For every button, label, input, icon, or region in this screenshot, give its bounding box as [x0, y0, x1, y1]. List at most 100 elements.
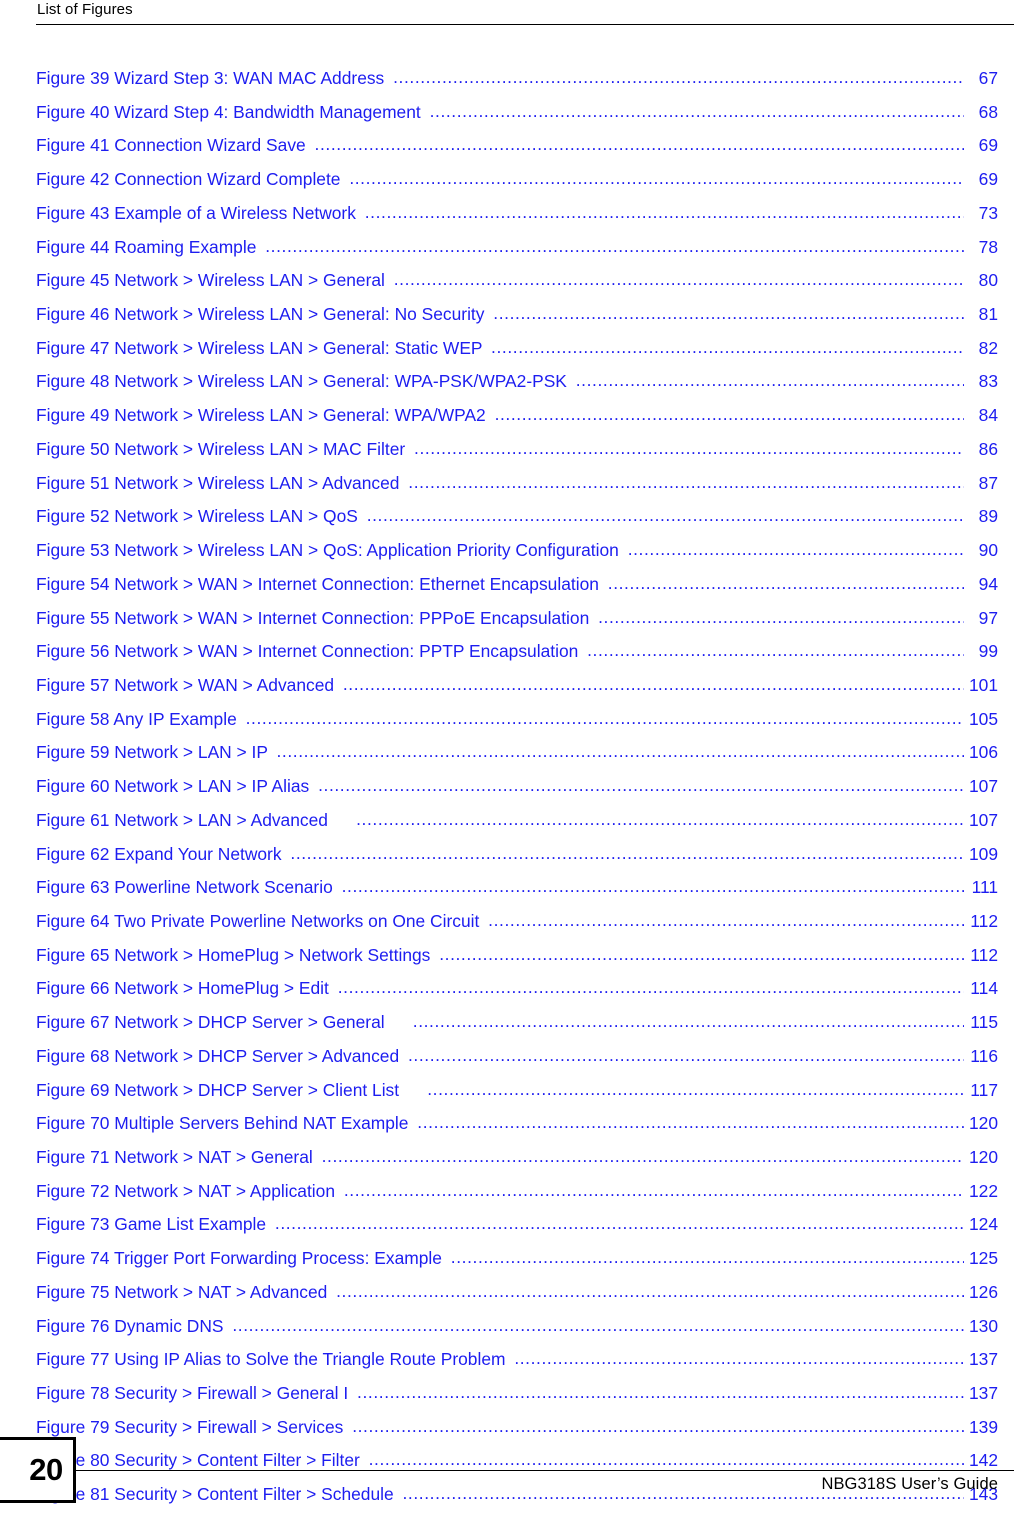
toc-leader-dots: ........................................… — [337, 977, 964, 998]
toc-leader-dots: ........................................… — [274, 1213, 964, 1234]
toc-entry-page-number: 112 — [970, 910, 998, 931]
toc-leader-dots: ........................................… — [245, 707, 964, 728]
toc-entry-page-number: 67 — [978, 68, 998, 88]
toc-entry-page-number: 111 — [971, 877, 998, 898]
page-footer: 20 NBG318S User’s Guide — [0, 1420, 1014, 1524]
toc-entry[interactable]: Figure 44 Roaming Example ..............… — [0, 231, 1014, 265]
toc-leader-dots: ........................................… — [587, 640, 964, 661]
toc-entry[interactable]: Figure 72 Network > NAT > Application ..… — [0, 1175, 1014, 1209]
toc-entry-label: Figure 78 Security > Firewall > General … — [36, 1383, 354, 1404]
toc-entry[interactable]: Figure 73 Game List Example ............… — [0, 1208, 1014, 1242]
toc-entry[interactable]: Figure 70 Multiple Servers Behind NAT Ex… — [0, 1107, 1014, 1141]
toc-entry[interactable]: Figure 77 Using IP Alias to Solve the Tr… — [0, 1343, 1014, 1377]
toc-entry-page-number: 80 — [978, 270, 998, 291]
toc-entry[interactable]: Figure 68 Network > DHCP Server > Advanc… — [0, 1040, 1014, 1074]
toc-entry[interactable]: Figure 66 Network > HomePlug > Edit ....… — [0, 972, 1014, 1006]
toc-leader-dots: ........................................… — [575, 370, 964, 391]
toc-entry[interactable]: Figure 45 Network > Wireless LAN > Gener… — [0, 264, 1014, 298]
toc-entry[interactable]: Figure 69 Network > DHCP Server > Client… — [0, 1074, 1014, 1108]
toc-entry-label: Figure 60 Network > LAN > IP Alias — [36, 776, 315, 797]
toc-entry-page-number: 109 — [968, 843, 998, 864]
toc-entry[interactable]: Figure 51 Network > Wireless LAN > Advan… — [0, 467, 1014, 501]
toc-entry[interactable]: Figure 61 Network > LAN > Advanced .....… — [0, 804, 1014, 838]
toc-entry-page-number: 87 — [978, 472, 998, 493]
toc-entry-label: Figure 73 Game List Example — [36, 1214, 271, 1235]
toc-leader-dots: ........................................… — [356, 808, 964, 829]
toc-entry[interactable]: Figure 47 Network > Wireless LAN > Gener… — [0, 332, 1014, 366]
toc-entry-label: Figure 75 Network > NAT > Advanced — [36, 1281, 333, 1302]
toc-entry[interactable]: Figure 76 Dynamic DNS ..................… — [0, 1310, 1014, 1344]
toc-entry[interactable]: Figure 49 Network > Wireless LAN > Gener… — [0, 399, 1014, 433]
toc-entry[interactable]: Figure 52 Network > Wireless LAN > QoS .… — [0, 500, 1014, 534]
toc-leader-dots: ........................................… — [366, 505, 964, 526]
toc-entry[interactable]: Figure 58 Any IP Example ...............… — [0, 703, 1014, 737]
toc-entry-page-number: 90 — [978, 540, 998, 561]
toc-entry[interactable]: Figure 71 Network > NAT > General ......… — [0, 1141, 1014, 1175]
footer-guide-title: NBG318S User’s Guide — [821, 1475, 998, 1493]
toc-leader-dots: ........................................… — [357, 1382, 964, 1403]
toc-leader-dots: ........................................… — [393, 67, 964, 87]
toc-entry-page-number: 89 — [978, 506, 998, 527]
toc-entry-label: Figure 47 Network > Wireless LAN > Gener… — [36, 337, 488, 358]
toc-entry[interactable]: Figure 65 Network > HomePlug > Network S… — [0, 939, 1014, 973]
toc-leader-dots: ........................................… — [417, 1112, 964, 1133]
toc-entry[interactable]: Figure 54 Network > WAN > Internet Conne… — [0, 568, 1014, 602]
toc-entry-label: Figure 77 Using IP Alias to Solve the Tr… — [36, 1349, 511, 1370]
toc-leader-dots: ........................................… — [349, 168, 964, 189]
toc-entry[interactable]: Figure 56 Network > WAN > Internet Conne… — [0, 635, 1014, 669]
toc-entry-label: Figure 42 Connection Wizard Complete — [36, 169, 346, 190]
toc-entry[interactable]: Figure 42 Connection Wizard Complete ...… — [0, 163, 1014, 197]
toc-entry-label: Figure 48 Network > Wireless LAN > Gener… — [36, 371, 572, 392]
toc-entry[interactable]: Figure 48 Network > Wireless LAN > Gener… — [0, 365, 1014, 399]
toc-entry[interactable]: Figure 64 Two Private Powerline Networks… — [0, 905, 1014, 939]
toc-entry[interactable]: Figure 67 Network > DHCP Server > Genera… — [0, 1006, 1014, 1040]
toc-entry-page-number: 82 — [978, 337, 998, 358]
toc-entry-page-number: 117 — [970, 1079, 998, 1100]
toc-entry-label: Figure 74 Trigger Port Forwarding Proces… — [36, 1248, 447, 1269]
toc-entry-page-number: 120 — [968, 1113, 998, 1134]
toc-entry-label: Figure 46 Network > Wireless LAN > Gener… — [36, 304, 490, 325]
list-of-figures: Figure 39 Wizard Step 3: WAN MAC Address… — [0, 62, 1014, 1512]
toc-entry[interactable]: Figure 46 Network > Wireless LAN > Gener… — [0, 298, 1014, 332]
toc-entry[interactable]: Figure 43 Example of a Wireless Network … — [0, 197, 1014, 231]
toc-entry[interactable]: Figure 53 Network > Wireless LAN > QoS: … — [0, 534, 1014, 568]
toc-entry-label: Figure 41 Connection Wizard Save — [36, 135, 311, 156]
toc-leader-dots: ........................................… — [343, 1179, 964, 1200]
toc-entry-page-number: 68 — [978, 101, 998, 122]
toc-leader-dots: ........................................… — [514, 1348, 964, 1369]
toc-entry-page-number: 94 — [978, 573, 998, 594]
toc-leader-dots: ........................................… — [276, 741, 965, 762]
toc-entry[interactable]: Figure 39 Wizard Step 3: WAN MAC Address… — [0, 62, 1014, 96]
toc-entry[interactable]: Figure 41 Connection Wizard Save .......… — [0, 129, 1014, 163]
toc-leader-dots: ........................................… — [408, 471, 964, 492]
toc-entry[interactable]: Figure 55 Network > WAN > Internet Conne… — [0, 602, 1014, 636]
toc-entry[interactable]: Figure 50 Network > Wireless LAN > MAC F… — [0, 433, 1014, 467]
toc-entry-page-number: 112 — [970, 944, 998, 965]
toc-leader-dots: ........................................… — [290, 842, 964, 863]
toc-entry-page-number: 125 — [968, 1248, 998, 1269]
toc-entry-page-number: 130 — [968, 1315, 998, 1336]
page-header: List of Figures — [0, 0, 1014, 30]
toc-entry-label: Figure 40 Wizard Step 4: Bandwidth Manag… — [36, 101, 426, 122]
toc-entry-label: Figure 53 Network > Wireless LAN > QoS: … — [36, 540, 624, 561]
toc-entry-label: Figure 50 Network > Wireless LAN > MAC F… — [36, 438, 411, 459]
toc-entry[interactable]: Figure 75 Network > NAT > Advanced .....… — [0, 1276, 1014, 1310]
toc-entry[interactable]: Figure 62 Expand Your Network ..........… — [0, 838, 1014, 872]
toc-entry-label: Figure 59 Network > LAN > IP — [36, 742, 273, 763]
toc-entry[interactable]: Figure 74 Trigger Port Forwarding Proces… — [0, 1242, 1014, 1276]
toc-entry[interactable]: Figure 78 Security > Firewall > General … — [0, 1377, 1014, 1411]
toc-entry-label: Figure 57 Network > WAN > Advanced — [36, 674, 339, 695]
toc-entry[interactable]: Figure 60 Network > LAN > IP Alias .....… — [0, 770, 1014, 804]
toc-entry-page-number: 120 — [968, 1147, 998, 1167]
page-number: 20 — [29, 1452, 63, 1487]
toc-entry[interactable]: Figure 40 Wizard Step 4: Bandwidth Manag… — [0, 96, 1014, 130]
toc-entry-page-number: 86 — [978, 438, 998, 459]
toc-leader-dots: ........................................… — [407, 1044, 964, 1065]
toc-entry[interactable]: Figure 59 Network > LAN > IP ...........… — [0, 736, 1014, 770]
toc-entry-page-number: 69 — [978, 135, 998, 156]
toc-leader-dots: ........................................… — [265, 235, 964, 256]
toc-entry[interactable]: Figure 63 Powerline Network Scenario ...… — [0, 871, 1014, 905]
toc-entry-page-number: 124 — [968, 1214, 998, 1235]
toc-leader-dots: ........................................… — [450, 1247, 964, 1268]
toc-entry[interactable]: Figure 57 Network > WAN > Advanced .....… — [0, 669, 1014, 703]
